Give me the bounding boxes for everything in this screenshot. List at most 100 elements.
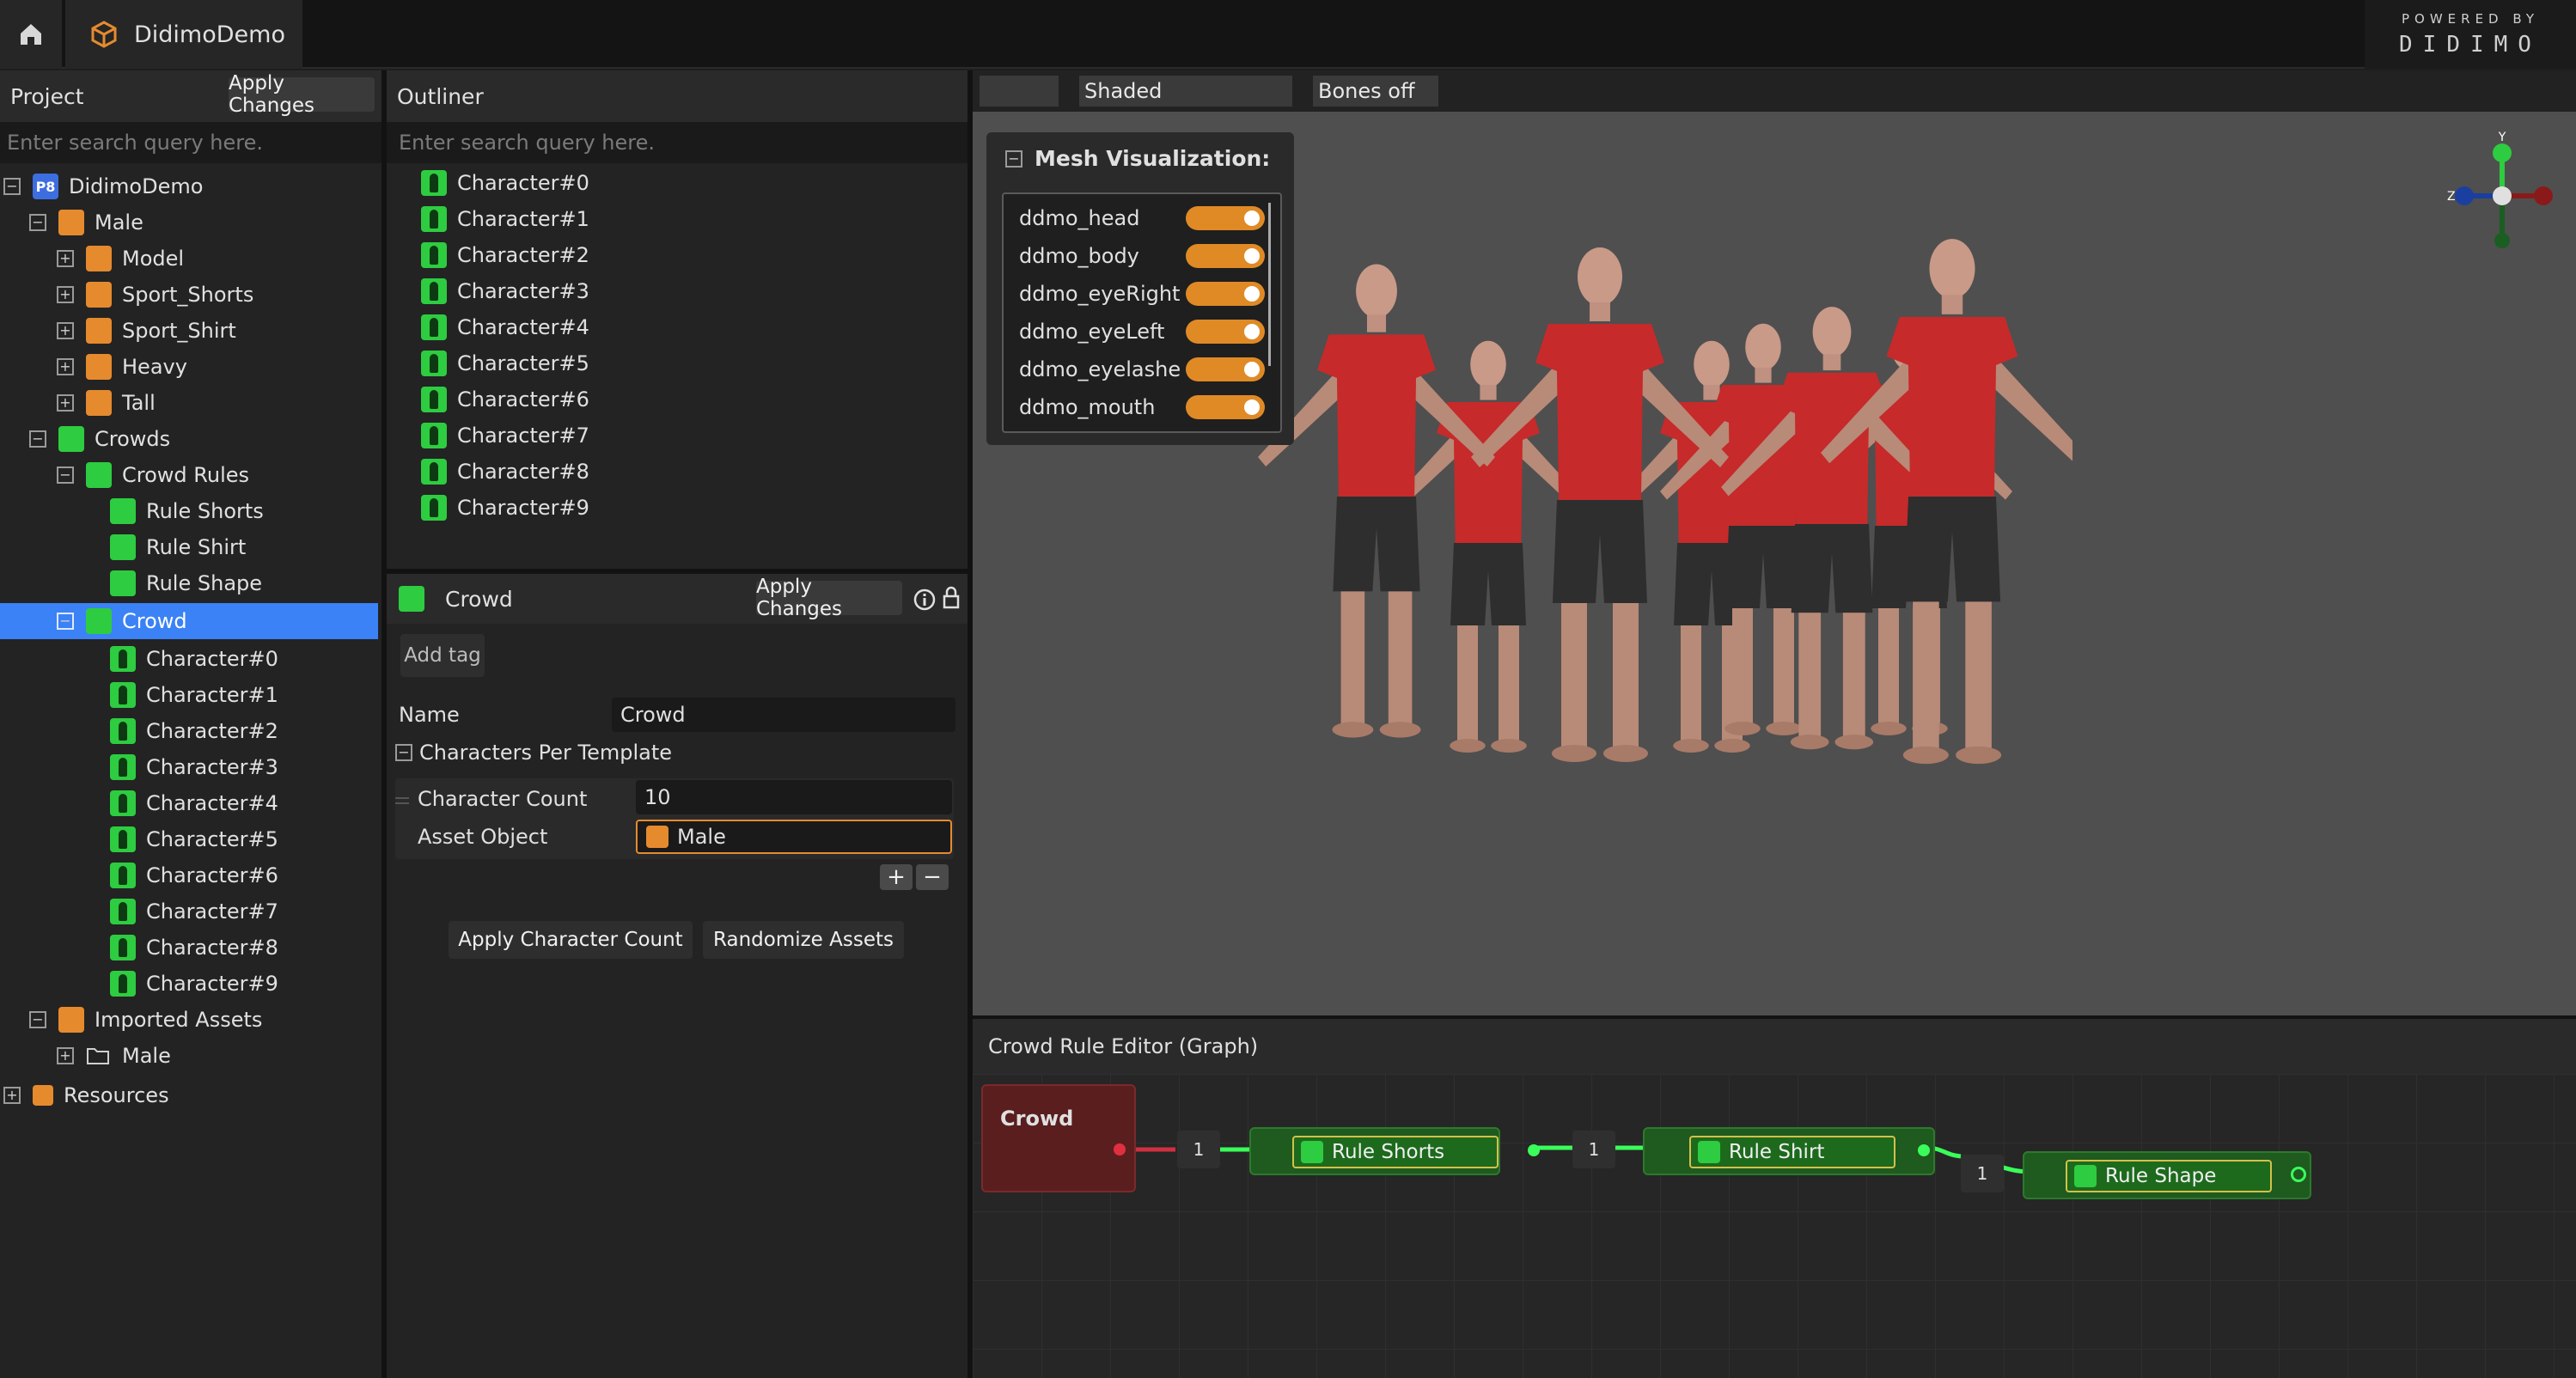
tree-item-crowd-rules[interactable]: − Crowd Rules: [57, 457, 249, 493]
outliner-item[interactable]: Character#4: [421, 309, 589, 345]
app-tab[interactable]: DidimoDemo: [65, 0, 302, 69]
outliner-item[interactable]: Character#3: [421, 273, 589, 309]
tree-item-sport-shirt[interactable]: + Sport_Shirt: [57, 313, 236, 349]
add-tag-button[interactable]: Add tag: [400, 634, 485, 677]
collapse-icon[interactable]: −: [29, 1011, 46, 1028]
count-badge[interactable]: 1: [1572, 1131, 1615, 1168]
outliner-item[interactable]: Character#0: [421, 165, 589, 201]
expand-icon[interactable]: +: [57, 1047, 74, 1064]
count-badge[interactable]: 1: [1961, 1155, 2004, 1192]
outliner-label: Character#1: [457, 207, 589, 231]
collapse-icon[interactable]: −: [57, 466, 74, 484]
expand-icon[interactable]: +: [57, 250, 74, 267]
tree-item-character[interactable]: Character#1: [110, 677, 278, 713]
info-icon[interactable]: [913, 588, 937, 612]
character-count-field[interactable]: 10: [636, 780, 952, 814]
shirt-icon: [86, 318, 112, 344]
tree-item-character[interactable]: Character#5: [110, 821, 278, 857]
tree-item-model[interactable]: + Model: [57, 241, 184, 277]
tree-item-resources[interactable]: + Resources: [3, 1077, 169, 1113]
expand-icon[interactable]: +: [57, 358, 74, 375]
tree-item-imported-male[interactable]: + Male: [57, 1038, 171, 1074]
output-port[interactable]: [1528, 1144, 1540, 1156]
outliner-item[interactable]: Character#6: [421, 381, 589, 418]
tree-label: Crowd: [122, 609, 187, 633]
tree-item-character[interactable]: Character#0: [110, 641, 278, 677]
outliner-search-input[interactable]: Enter search query here.: [387, 122, 968, 163]
project-apply-button[interactable]: Apply Changes: [229, 72, 375, 117]
axis-gizmo[interactable]: Y Z: [2433, 127, 2571, 265]
mesh-row: ddmo_mouth: [1019, 388, 1277, 426]
tree-item-imported-assets[interactable]: − Imported Assets: [29, 1002, 262, 1038]
bones-toggle[interactable]: Bones off: [1313, 76, 1438, 107]
graph-node-rule-shorts[interactable]: Rule Shorts: [1249, 1127, 1500, 1175]
mesh-visibility-toggle[interactable]: [1186, 282, 1265, 306]
collapse-icon[interactable]: −: [57, 613, 74, 630]
tree-item-character[interactable]: Character#4: [110, 785, 278, 821]
collapse-icon[interactable]: −: [29, 430, 46, 448]
tree-item-heavy[interactable]: + Heavy: [57, 349, 187, 385]
outliner-item[interactable]: Character#8: [421, 454, 589, 490]
output-port[interactable]: [1918, 1144, 1930, 1156]
collapse-icon[interactable]: −: [3, 178, 21, 195]
tree-item-male[interactable]: − Male: [29, 204, 143, 241]
character-icon: [421, 314, 447, 340]
add-template-button[interactable]: +: [880, 864, 913, 890]
name-field[interactable]: Crowd: [612, 698, 955, 732]
project-search-input[interactable]: Enter search query here.: [0, 122, 382, 163]
asset-object-field[interactable]: Male: [636, 820, 952, 854]
tree-item-rule-shorts[interactable]: Rule Shorts: [110, 493, 264, 529]
tree-item-crowds[interactable]: − Crowds: [29, 421, 170, 457]
graph-node-rule-shirt[interactable]: Rule Shirt: [1643, 1127, 1935, 1175]
collapse-icon[interactable]: −: [395, 744, 412, 761]
tree-item-character[interactable]: Character#7: [110, 893, 278, 930]
expand-icon[interactable]: +: [57, 394, 74, 412]
output-port[interactable]: [1114, 1143, 1126, 1155]
graph-node-rule-shape[interactable]: Rule Shape: [2023, 1151, 2311, 1199]
tree-item-tall[interactable]: + Tall: [57, 385, 156, 421]
collapse-icon[interactable]: −: [1005, 149, 1022, 168]
count-badge[interactable]: 1: [1177, 1131, 1220, 1168]
mesh-visibility-toggle[interactable]: [1186, 357, 1265, 381]
outliner-item[interactable]: Character#7: [421, 418, 589, 454]
mesh-visibility-toggle[interactable]: [1186, 395, 1265, 419]
tree-item-didimodemo[interactable]: − P8 DidimoDemo: [3, 168, 203, 204]
mesh-visibility-toggle[interactable]: [1186, 206, 1265, 230]
graph-grid[interactable]: [973, 1074, 2576, 1378]
tree-item-rule-shape[interactable]: Rule Shape: [110, 565, 262, 601]
mesh-visibility-toggle[interactable]: [1186, 320, 1265, 344]
randomize-assets-button[interactable]: Randomize Assets: [703, 921, 904, 959]
outliner-item[interactable]: Character#9: [421, 490, 589, 526]
output-port[interactable]: [2291, 1167, 2306, 1182]
tree-label: Crowd Rules: [122, 463, 250, 487]
mesh-visibility-toggle[interactable]: [1186, 244, 1265, 268]
mesh-panel-header[interactable]: − Mesh Visualization:: [1005, 146, 1270, 171]
home-button[interactable]: [0, 0, 62, 69]
tree-item-character[interactable]: Character#2: [110, 713, 278, 749]
expand-icon[interactable]: +: [57, 286, 74, 303]
remove-template-button[interactable]: −: [916, 864, 949, 890]
outliner-item[interactable]: Character#2: [421, 237, 589, 273]
lock-icon[interactable]: [942, 586, 961, 610]
graph-node-crowd[interactable]: Crowd: [981, 1084, 1136, 1192]
tree-item-character[interactable]: Character#6: [110, 857, 278, 893]
rule-icon: [2074, 1165, 2097, 1187]
expand-icon[interactable]: +: [3, 1087, 21, 1104]
viewport-mode-button[interactable]: [980, 76, 1059, 107]
tree-item-character[interactable]: Character#8: [110, 930, 278, 966]
crowd-render: [1258, 239, 2072, 765]
tree-item-crowd[interactable]: − Crowd: [0, 603, 378, 639]
outliner-item[interactable]: Character#5: [421, 345, 589, 381]
expand-icon[interactable]: +: [57, 322, 74, 339]
tree-item-character[interactable]: Character#3: [110, 749, 278, 785]
tree-item-character[interactable]: Character#9: [110, 966, 278, 1002]
tree-item-rule-shirt[interactable]: Rule Shirt: [110, 529, 246, 565]
characters-per-template-section[interactable]: − Characters Per Template: [395, 741, 672, 765]
tree-item-sport-shorts[interactable]: + Sport_Shorts: [57, 277, 253, 313]
shading-dropdown[interactable]: Shaded: [1079, 76, 1292, 107]
collapse-icon[interactable]: −: [29, 214, 46, 231]
apply-character-count-button[interactable]: Apply Character Count: [449, 921, 693, 959]
drag-handle-icon[interactable]: [395, 797, 409, 804]
properties-apply-button[interactable]: Apply Changes: [756, 576, 902, 620]
outliner-item[interactable]: Character#1: [421, 201, 589, 237]
